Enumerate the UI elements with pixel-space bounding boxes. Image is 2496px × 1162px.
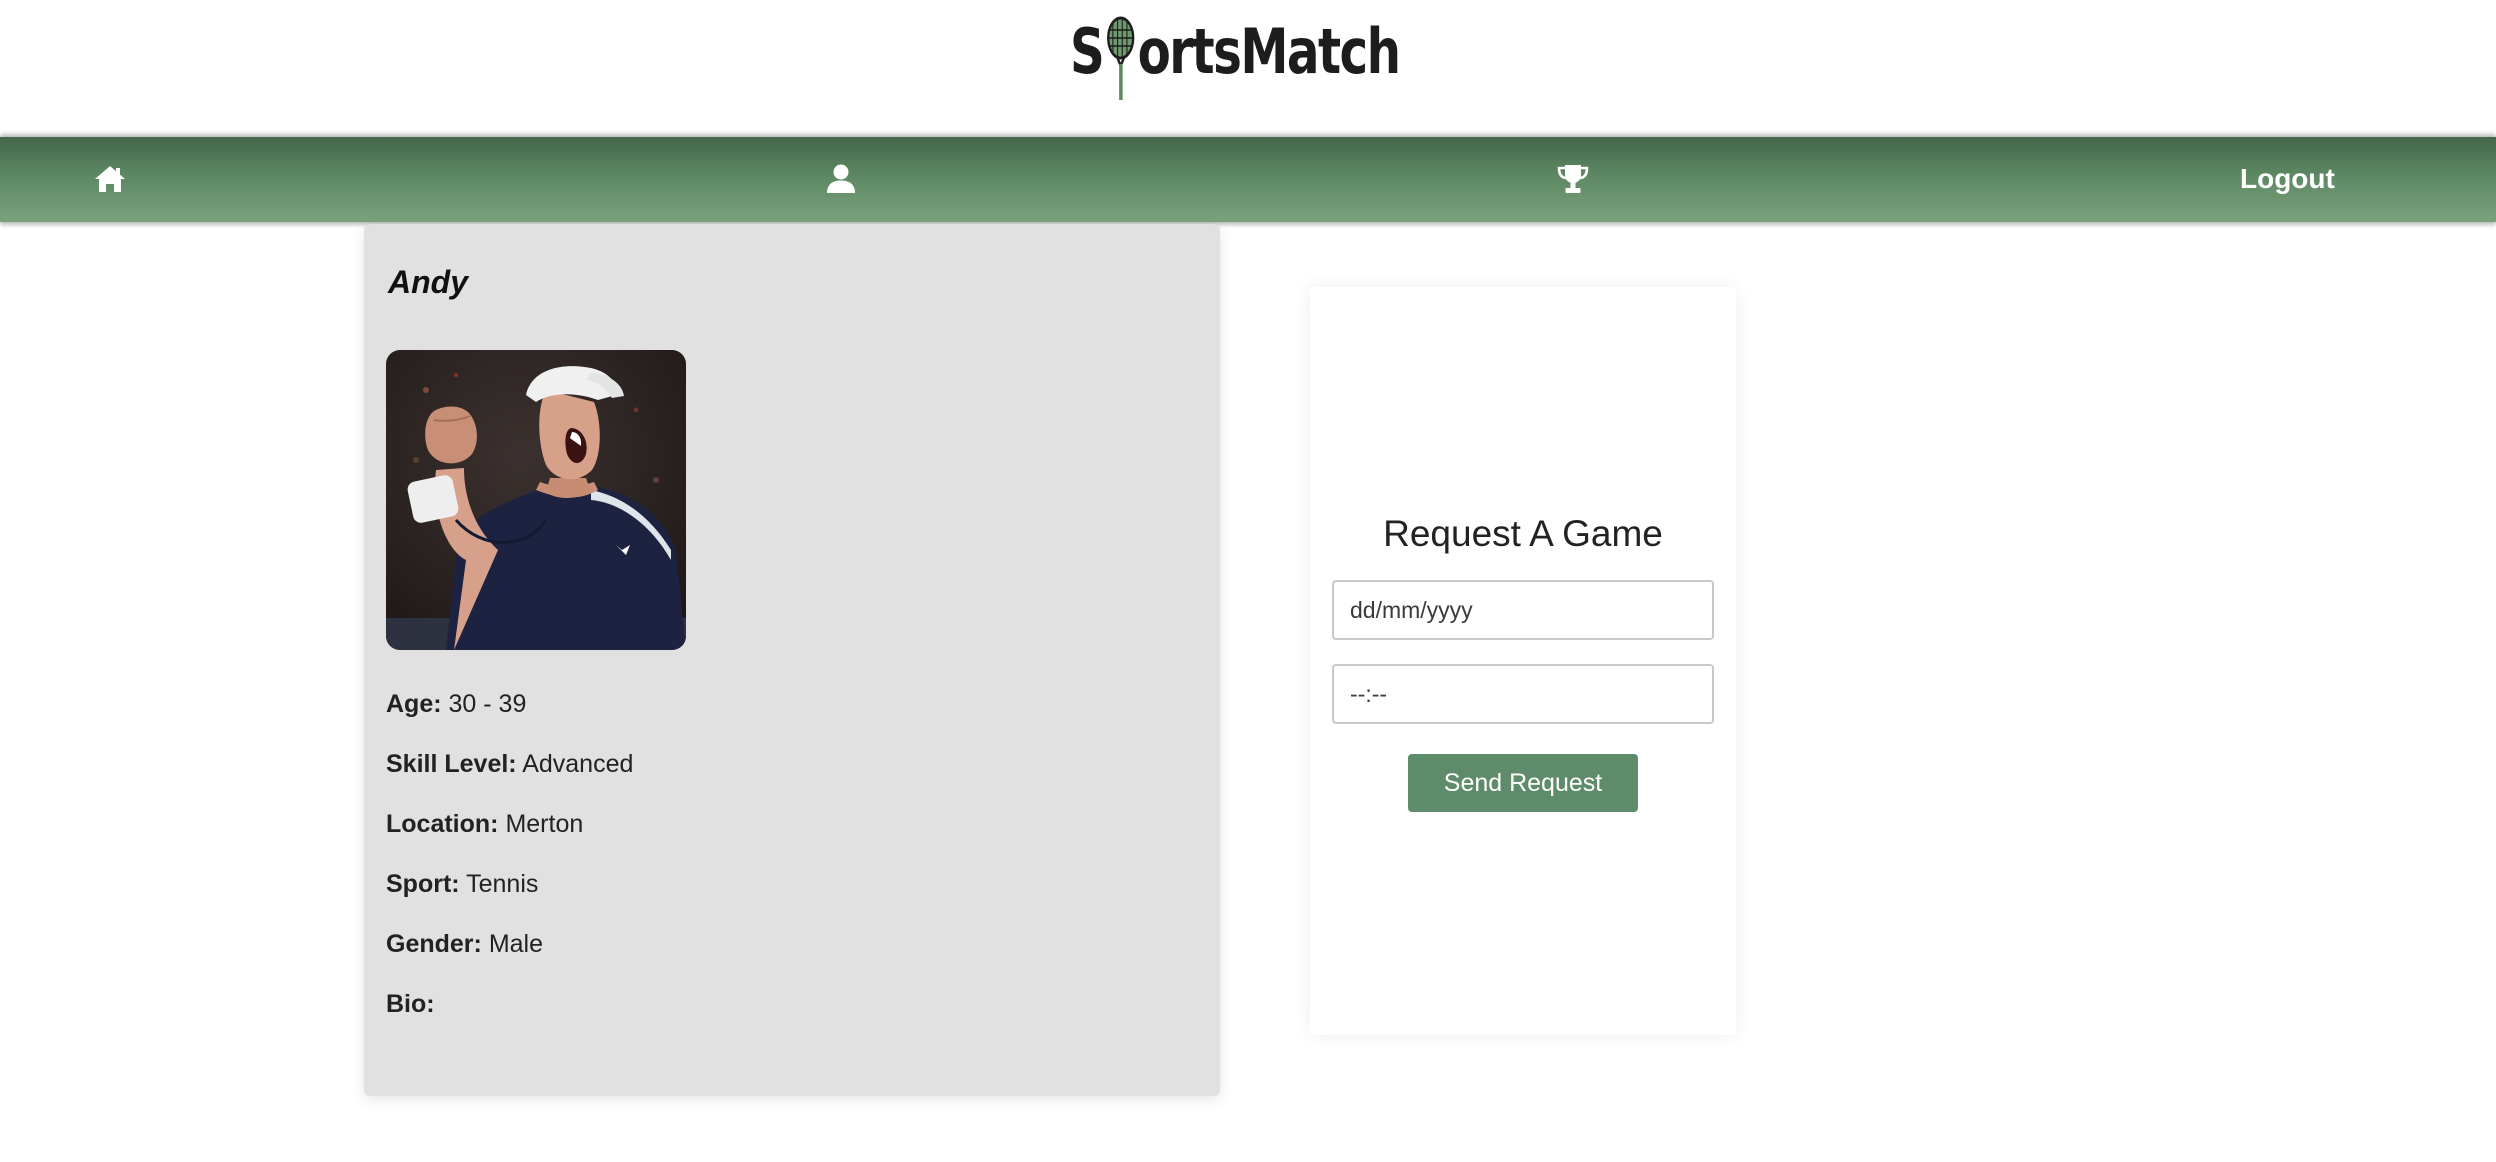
header: S ortsMatch — [0, 0, 2496, 137]
detail-row-sport: Sport: Tennis — [386, 868, 1186, 928]
home-icon[interactable] — [92, 161, 128, 197]
player-details: Age: 30 - 39 Skill Level: Advanced Locat… — [386, 688, 1186, 1048]
gender-value: Male — [488, 930, 543, 958]
player-name: Andy — [388, 264, 468, 300]
player-profile-card: Andy Age: 30 - 39 Skill Level: Advanced … — [364, 224, 1220, 1096]
age-value: 30 - 39 — [448, 690, 527, 718]
detail-row-skill-level: Skill Level: Advanced — [386, 748, 1186, 808]
age-label: Age: — [386, 690, 442, 718]
detail-row-location: Location: Merton — [386, 808, 1186, 868]
user-icon[interactable] — [823, 161, 859, 197]
sport-value: Tennis — [466, 870, 539, 898]
logo-text-end: ortsMatch — [1137, 15, 1401, 88]
request-game-title: Request A Game — [1383, 513, 1663, 554]
tennis-racket-icon — [1105, 14, 1136, 104]
request-game-card: Request A Game Send Request — [1310, 287, 1736, 1035]
sportsmatch-logo[interactable]: S ortsMatch — [1070, 14, 1401, 104]
send-request-button[interactable]: Send Request — [1408, 754, 1638, 812]
skill-level-value: Advanced — [522, 750, 634, 778]
logo-text-start: S — [1070, 15, 1105, 88]
detail-row-age: Age: 30 - 39 — [386, 688, 1186, 748]
trophy-icon[interactable] — [1555, 161, 1591, 197]
location-value: Merton — [505, 810, 584, 838]
sport-label: Sport: — [386, 870, 460, 898]
logout-link[interactable]: Logout — [2240, 161, 2335, 197]
bio-label: Bio: — [386, 990, 435, 1018]
location-label: Location: — [386, 810, 499, 838]
gender-label: Gender: — [386, 930, 482, 958]
player-photo — [386, 350, 686, 650]
date-input[interactable] — [1332, 580, 1714, 640]
main-navbar: Logout — [0, 137, 2496, 222]
detail-row-gender: Gender: Male — [386, 928, 1186, 988]
time-input[interactable] — [1332, 664, 1714, 724]
skill-level-label: Skill Level: — [386, 750, 517, 778]
detail-row-bio: Bio: — [386, 988, 1186, 1048]
